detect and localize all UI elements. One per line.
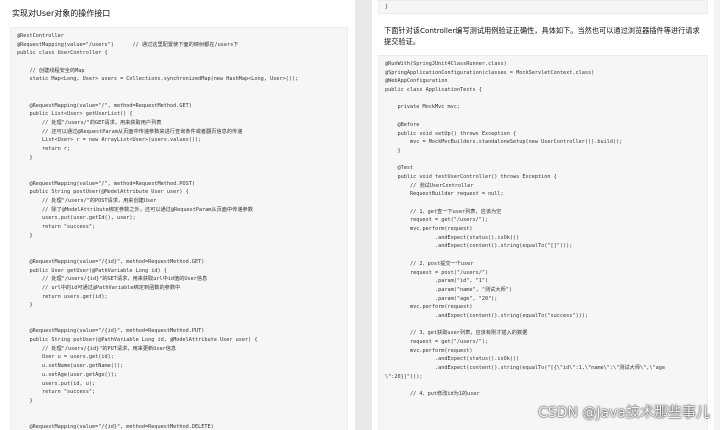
code-line: public void testUserController() throws … xyxy=(385,173,557,180)
code-line: public String putUser(@PathVariable Long… xyxy=(17,337,258,344)
code-line: @RequestMapping(value="/{id}", method=Re… xyxy=(17,423,214,430)
code-line: public void setUp() throws Exception { xyxy=(385,130,517,137)
code-line: // 处理"/users/{id}"的PUT请求，用来更新User信息 xyxy=(17,345,177,352)
code-line: @RequestMapping(value="/", method=Reques… xyxy=(17,180,196,187)
code-line: .andExpect(status().isOk()) xyxy=(385,356,520,363)
code-line: List<User> r = new ArrayList<User>(users… xyxy=(17,137,202,144)
document-page-left: 实现对User对象的操作接口 @RestController @RequestMa… xyxy=(0,0,355,430)
code-line: users.put(user.getId(), user); xyxy=(17,215,136,222)
code-line: @Test xyxy=(385,165,414,172)
code-line: // 1、get查一下user列表，应该为空 xyxy=(385,208,502,215)
code-line: @RequestMapping(value="/{id}", method=Re… xyxy=(17,328,205,335)
code-line: mvc.perform(request) xyxy=(385,304,473,311)
code-line: @RunWith(SpringJUnit4ClassRunner.class) xyxy=(385,61,507,67)
code-line: @SpringApplicationConfiguration(classes … xyxy=(385,69,595,76)
code-line: mvc.perform(request) xyxy=(385,347,473,354)
code-line: .andExpect(content().string(equalTo("[]"… xyxy=(385,243,573,250)
code-line: RequestBuilder request = null; xyxy=(385,191,504,198)
code-line: .param("id", "1") xyxy=(385,278,489,285)
code-line: request = get("/users/"); xyxy=(385,217,489,224)
code-line: request = post("/users/") xyxy=(385,269,489,276)
csdn-watermark: CSDN @Java技术那些事儿 xyxy=(538,405,710,421)
code-line: public String postUser(@ModelAttribute U… xyxy=(17,189,189,196)
code-line: // 处理"/users/{id}"的GET请求，用来获取url中id值的Use… xyxy=(17,276,208,283)
code-line: users.put(id, u); xyxy=(17,380,96,387)
code-line: request = get("/users/"); xyxy=(385,339,489,345)
code-line: // 处理"/users/"的POST请求，用来创建User xyxy=(17,198,157,205)
code-line: .andExpect(content().string(equalTo("suc… xyxy=(385,312,589,319)
code-block-continuation: } xyxy=(378,0,708,14)
code-line: return "success"; xyxy=(17,224,96,231)
code-line: // 2、post提交一个user xyxy=(385,260,474,267)
code-line: .andExpect(content().string(equalTo("[{\… xyxy=(385,365,665,372)
page-gap xyxy=(355,0,372,430)
code-line: } xyxy=(17,397,33,404)
code-line: } xyxy=(385,4,389,10)
code-line: public List<User> getUserList() { xyxy=(17,111,133,118)
code-line: // 测试UserController xyxy=(385,182,474,189)
code-line: // 4、put修改id为1的user xyxy=(385,391,480,398)
document-page-right: } 下面针对该Controller编写测试用例验证正确性，具体如下。当然也可以通… xyxy=(372,0,714,430)
code-line: private MockMvc mvc; xyxy=(385,104,460,111)
code-line: } xyxy=(17,302,33,309)
code-line: .andExpect(status().isOk()) xyxy=(385,234,520,241)
code-line: .param("name", "测试大师") xyxy=(385,286,512,293)
code-line: // 处理"/users/"的GET请求，用来获取用户列表 xyxy=(17,119,162,126)
code-line: \":20}]"))); xyxy=(385,373,423,380)
code-line: mvc.perform(request) xyxy=(385,226,473,233)
code-line: // 还可以通过@RequestParam从页面中传递参数来进行查询条件或者翻页… xyxy=(17,128,243,135)
code-line: @RequestMapping(value="/users") // 通过这里配… xyxy=(17,41,239,48)
code-line: static Map<Long, User> users = Collectio… xyxy=(17,76,299,83)
code-line: return r; xyxy=(17,145,71,152)
code-line: public class ApplicationTests { xyxy=(385,87,482,94)
code-line: @WebAppConfiguration xyxy=(385,78,448,85)
code-line: public class UserController { xyxy=(17,50,108,57)
code-line: User u = users.get(id); xyxy=(17,354,114,361)
code-line: } xyxy=(385,147,401,154)
code-line: // 创建线程安全的Map xyxy=(17,67,85,74)
code-block-user-controller: @RestController @RequestMapping(value="/u… xyxy=(10,27,348,430)
code-line: @RestController xyxy=(17,33,64,39)
code-line: } xyxy=(17,154,33,161)
code-line: @RequestMapping(value="/{id}", method=Re… xyxy=(17,258,205,265)
code-line: @RequestMapping(value="/", method=Reques… xyxy=(17,102,192,109)
code-line: // 除了@ModelAttribute绑定参数之外，还可以通过@Request… xyxy=(17,206,253,213)
code-line: u.setAge(user.getAge()); xyxy=(17,371,117,378)
code-line: } xyxy=(17,232,33,239)
section-heading: 实现对User对象的操作接口 xyxy=(12,9,111,18)
code-line: .param("age", "20"); xyxy=(385,295,498,302)
code-line: return users.get(id); xyxy=(17,293,108,300)
code-line: // 3、get获取user列表，应该有刚才插入的数据 xyxy=(385,330,528,337)
code-line: return "success"; xyxy=(17,389,96,396)
code-line: u.setName(user.getName()); xyxy=(17,363,124,370)
code-line: public User getUser(@PathVariable Long i… xyxy=(17,267,167,274)
code-block-application-tests: @RunWith(SpringJUnit4ClassRunner.class) @… xyxy=(378,55,708,430)
intro-paragraph: 下面针对该Controller编写测试用例验证正确性，具体如下。当然也可以通过浏… xyxy=(384,26,700,46)
code-line: @Before xyxy=(385,121,420,128)
code-line: mvc = MockMvcBuilders.standaloneSetup(ne… xyxy=(385,139,623,146)
code-line: // url中的id可通过@PathVariable绑定到函数的参数中 xyxy=(17,284,181,291)
